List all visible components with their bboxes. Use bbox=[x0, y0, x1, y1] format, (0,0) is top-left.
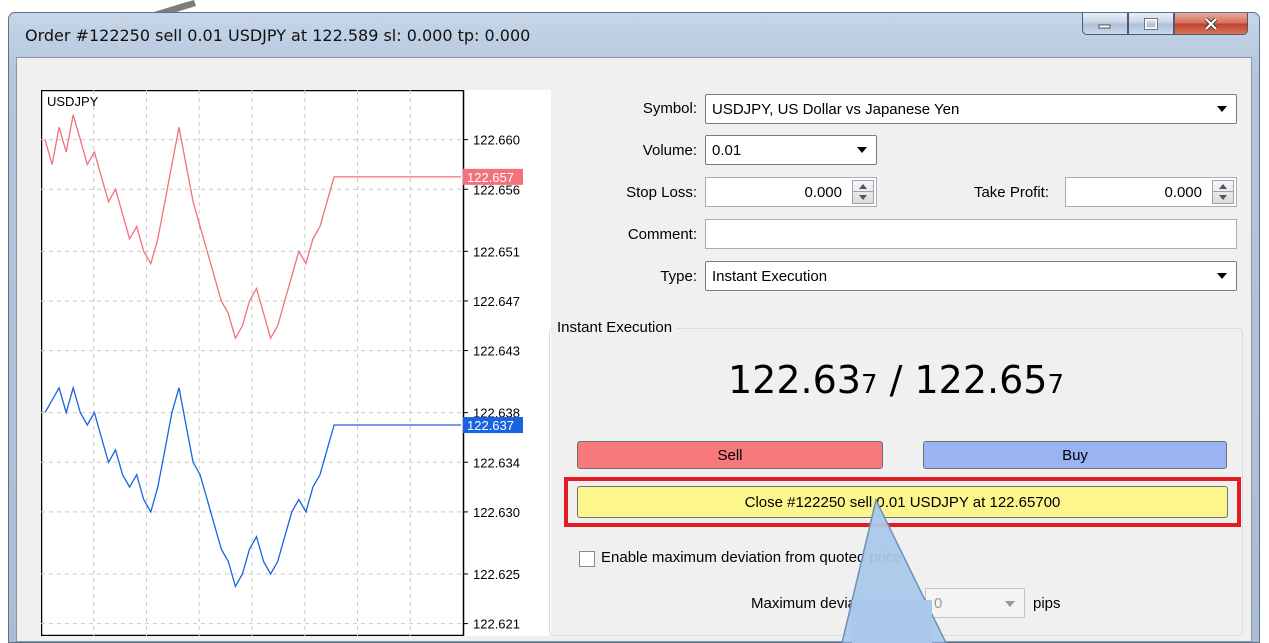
type-label: Type: bbox=[660, 268, 697, 285]
minimize-button[interactable] bbox=[1082, 13, 1128, 35]
y-tick-label: 122.643 bbox=[473, 344, 520, 359]
maximize-icon bbox=[1144, 17, 1158, 30]
y-tick-label: 122.630 bbox=[473, 505, 520, 520]
current-price-label-bid: 122.637 bbox=[467, 418, 514, 433]
instant-execution-legend: Instant Execution bbox=[553, 319, 677, 336]
stop-loss-label: Stop Loss: bbox=[626, 184, 697, 201]
max-deviation-select[interactable]: 0 bbox=[925, 588, 1025, 618]
spin-up-icon bbox=[1219, 184, 1227, 189]
take-profit-label: Take Profit: bbox=[973, 184, 1049, 201]
symbol-value: USDJPY, US Dollar vs Japanese Yen bbox=[712, 100, 960, 118]
current-price-label-ask: 122.657 bbox=[467, 170, 514, 185]
price-quote: 122.637 / 122.657 bbox=[549, 358, 1243, 402]
max-deviation-checkbox-label[interactable]: Enable maximum deviation from quoted pri… bbox=[601, 549, 902, 566]
close-window-button[interactable] bbox=[1174, 13, 1248, 35]
price-chart: 122.660122.656122.651122.647122.643122.6… bbox=[41, 90, 551, 636]
y-tick-label: 122.660 bbox=[473, 133, 520, 148]
chevron-down-icon bbox=[1217, 106, 1227, 112]
maximize-button[interactable] bbox=[1128, 13, 1174, 35]
stop-loss-value: 0.000 bbox=[804, 183, 842, 201]
ask-price: 122.657 bbox=[914, 358, 1064, 402]
spin-down-icon bbox=[859, 195, 867, 200]
window-controls bbox=[1082, 13, 1248, 35]
max-deviation-checkbox[interactable] bbox=[579, 551, 595, 567]
spin-down-icon bbox=[1219, 195, 1227, 200]
symbol-label: Symbol: bbox=[642, 100, 697, 117]
y-tick-label: 122.634 bbox=[473, 455, 520, 470]
minimize-icon bbox=[1098, 24, 1111, 28]
chevron-down-icon bbox=[857, 147, 867, 153]
y-tick-label: 122.625 bbox=[473, 567, 520, 582]
y-tick-label: 122.651 bbox=[473, 244, 520, 259]
volume-select[interactable]: 0.01 bbox=[705, 135, 877, 165]
y-tick-label: 122.621 bbox=[473, 617, 520, 632]
max-deviation-value: 0 bbox=[934, 594, 943, 612]
pips-label: pips bbox=[1033, 595, 1061, 612]
stop-loss-input[interactable]: 0.000 bbox=[705, 177, 877, 207]
order-type-value: Instant Execution bbox=[712, 267, 828, 285]
order-type-select[interactable]: Instant Execution bbox=[705, 261, 1237, 291]
window-client-area: 122.660 122.656 122.651 122.647 122.643 122.6… bbox=[16, 57, 1252, 642]
take-profit-spinner[interactable] bbox=[1212, 180, 1234, 204]
max-deviation-label: Maximum deviation: bbox=[751, 595, 885, 612]
quote-separator: / bbox=[877, 358, 915, 402]
chart-symbol-title: USDJPY bbox=[47, 94, 99, 109]
chevron-down-icon bbox=[1217, 273, 1227, 279]
comment-label: Comment: bbox=[627, 226, 697, 243]
close-icon bbox=[1204, 17, 1218, 30]
take-profit-value: 0.000 bbox=[1164, 183, 1202, 201]
stop-loss-spinner[interactable] bbox=[852, 180, 874, 204]
take-profit-input[interactable]: 0.000 bbox=[1065, 177, 1237, 207]
chevron-down-icon bbox=[1005, 601, 1015, 607]
highlight-box bbox=[564, 477, 1241, 527]
bid-price: 122.637 bbox=[728, 358, 878, 402]
comment-input[interactable] bbox=[705, 219, 1237, 249]
order-window: Order #122250 sell 0.01 USDJPY at 122.58… bbox=[8, 12, 1260, 643]
spin-up-icon bbox=[859, 184, 867, 189]
volume-value: 0.01 bbox=[712, 141, 742, 159]
symbol-select[interactable]: USDJPY, US Dollar vs Japanese Yen bbox=[705, 94, 1237, 124]
sell-button[interactable]: Sell bbox=[577, 441, 883, 469]
volume-label: Volume: bbox=[642, 142, 697, 159]
buy-button[interactable]: Buy bbox=[923, 441, 1227, 469]
title-bar[interactable]: Order #122250 sell 0.01 USDJPY at 122.58… bbox=[9, 13, 1259, 57]
window-title: Order #122250 sell 0.01 USDJPY at 122.58… bbox=[25, 26, 531, 45]
y-tick-label: 122.647 bbox=[473, 294, 520, 309]
